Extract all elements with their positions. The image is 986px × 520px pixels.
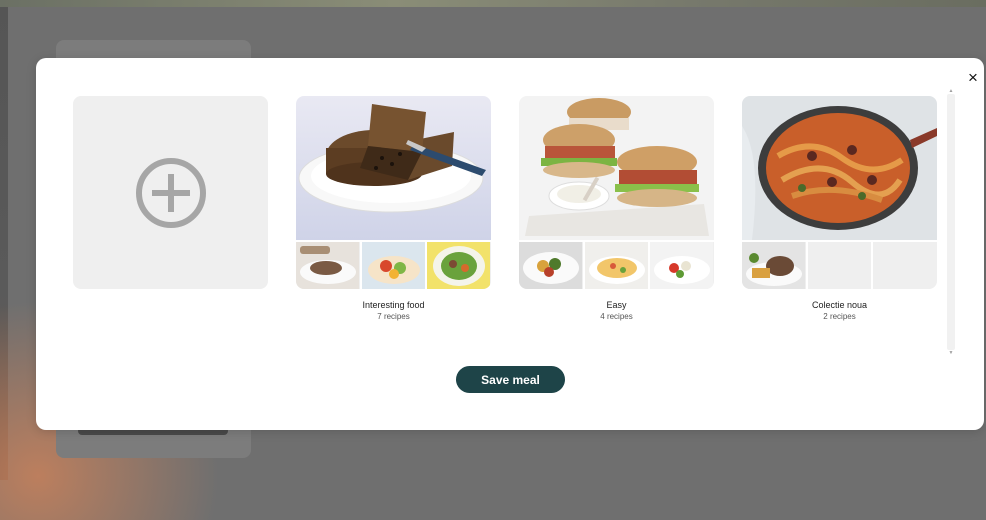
chicken-burgers-image — [519, 96, 714, 240]
collection-recipe-count: 2 recipes — [823, 312, 856, 321]
collection-thumbnail — [584, 242, 649, 289]
spaghetti-pan-image — [742, 96, 937, 240]
scroll-down-arrow-icon[interactable]: ▼ — [947, 350, 955, 356]
collection-thumbnail — [650, 242, 715, 289]
collection-thumbnail-empty — [807, 242, 872, 289]
close-icon: × — [968, 67, 978, 87]
modal-scrollbar[interactable]: ▲ ▼ — [947, 88, 955, 356]
collection-thumbnail — [427, 242, 492, 289]
collection-card-easy[interactable]: Easy 4 recipes — [519, 96, 715, 321]
plus-circle-icon — [135, 157, 206, 228]
collection-title: Colectie noua — [811, 300, 868, 310]
collection-thumbnail — [519, 242, 583, 289]
collection-recipe-count: 7 recipes — [377, 312, 410, 321]
collection-title: Easy — [606, 300, 627, 310]
collection-thumbnail — [361, 242, 426, 289]
collection-thumbnail — [742, 242, 806, 289]
collection-cover-image — [742, 96, 937, 240]
background-header — [0, 0, 986, 7]
collection-thumbnail-empty — [873, 242, 938, 289]
fruit-cake-image — [296, 96, 491, 240]
collection-cover-image — [519, 96, 714, 240]
scroll-track[interactable] — [947, 94, 955, 350]
save-meal-button[interactable]: Save meal — [456, 366, 565, 393]
create-collection-tile[interactable] — [73, 96, 268, 289]
collection-thumbnail — [296, 242, 360, 289]
close-button[interactable]: × — [962, 66, 984, 88]
collection-card-interesting-food[interactable]: Interesting food 7 recipes — [296, 96, 492, 321]
collection-card-colectie-noua[interactable]: Colectie noua 2 recipes — [742, 96, 938, 321]
collection-title: Interesting food — [362, 300, 425, 310]
collection-cover-image — [296, 96, 491, 240]
collection-recipe-count: 4 recipes — [600, 312, 633, 321]
